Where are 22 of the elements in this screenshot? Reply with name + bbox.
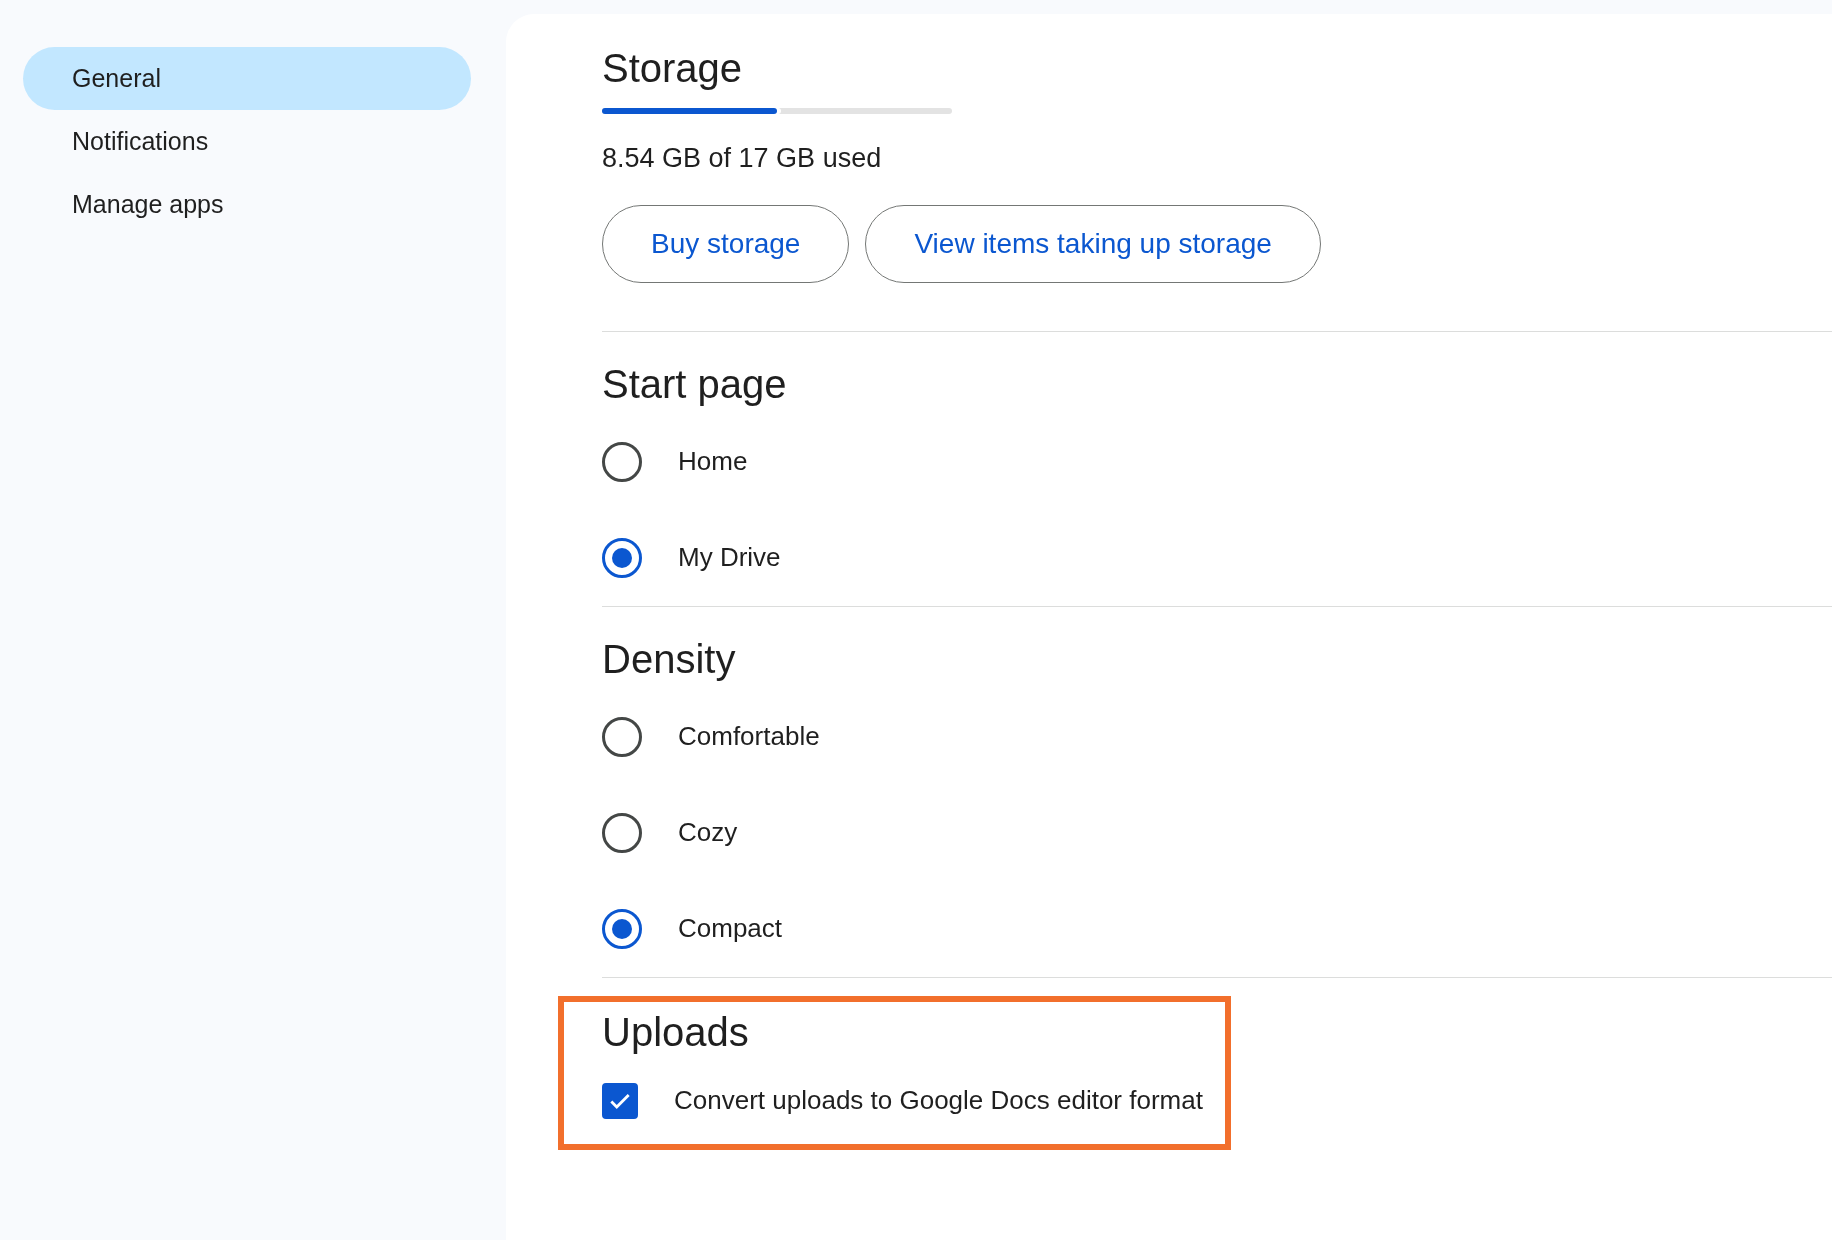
radio-button[interactable] [602,908,642,949]
radio-button[interactable] [602,716,642,757]
storage-button[interactable]: Buy storage [602,204,850,283]
option-label: Cozy [678,816,738,849]
section-heading: Density [602,635,737,683]
checkbox[interactable] [602,1082,638,1119]
option-label: Convert uploads to Google Docs editor format [674,1084,1203,1117]
sidebar-item[interactable]: Manage apps [23,173,471,236]
radio-button[interactable] [602,537,642,578]
sidebar-item[interactable]: General [23,47,471,110]
storage-button[interactable]: View items taking up storage [865,204,1321,283]
radio-button[interactable] [602,441,642,482]
option-label: Home [678,445,748,478]
storage-usage-text: 8.54 GB of 17 GB used [602,142,883,175]
section-heading: Uploads [602,1008,750,1056]
section-heading: Start page [602,360,788,408]
option-label: Compact [678,912,783,945]
option-label: My Drive [678,541,781,574]
section-heading: Storage [602,45,744,92]
radio-button[interactable] [602,812,642,853]
option-label: Comfortable [678,720,820,753]
sidebar-item[interactable]: Notifications [23,110,471,173]
